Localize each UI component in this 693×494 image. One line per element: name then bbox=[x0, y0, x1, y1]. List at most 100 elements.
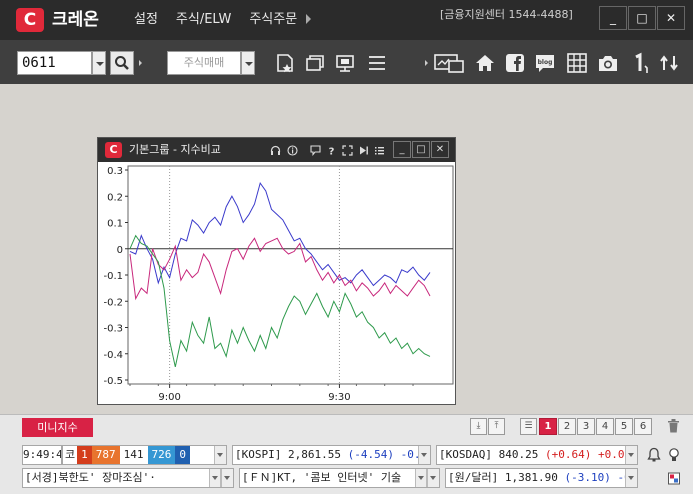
arrow-right-icon bbox=[139, 60, 142, 66]
list-menu-icon[interactable]: ☰ bbox=[520, 418, 537, 435]
support-center: [금융지원센터 1544-4488] bbox=[440, 8, 573, 21]
chart-close-button[interactable]: ✕ bbox=[431, 141, 449, 158]
chevron-down-icon[interactable] bbox=[214, 446, 226, 464]
home-icon[interactable] bbox=[474, 52, 496, 74]
y-tick-label: 0.1 bbox=[107, 219, 123, 230]
chart-minimize-button[interactable]: _ bbox=[393, 141, 411, 158]
info-icon[interactable] bbox=[287, 145, 298, 156]
index-compare-chart[interactable]: 0.3 0.2 0.1 0 -0.1 -0.2 -0.3 -0.4 -0.5 9:00 9:30 bbox=[98, 162, 455, 404]
windows-icon[interactable] bbox=[304, 52, 326, 74]
facebook-icon[interactable] bbox=[504, 52, 526, 74]
chevron-down-icon bbox=[96, 62, 104, 66]
bell-icon[interactable] bbox=[647, 447, 661, 463]
market-breadth[interactable]: 코 1 787 141 726 0 bbox=[62, 445, 227, 465]
news-ticker-1[interactable]: [서경]북한도' 장마조심'· bbox=[22, 468, 234, 488]
y-tick-label: -0.1 bbox=[103, 271, 123, 282]
chevron-down-icon[interactable] bbox=[415, 469, 427, 487]
page-4[interactable]: 4 bbox=[596, 418, 614, 435]
chevron-down-icon bbox=[245, 62, 253, 66]
chart-window-titlebar[interactable]: C 기본그룹 - 지수비교 ? _ □ ✕ bbox=[98, 138, 455, 162]
help-icon[interactable]: ? bbox=[326, 145, 337, 157]
y-tick-label: -0.3 bbox=[103, 324, 123, 335]
search-button[interactable] bbox=[110, 51, 134, 75]
mini-index-tab[interactable]: 미니지수 bbox=[22, 418, 93, 437]
screen-select[interactable]: 주식매매 bbox=[167, 51, 241, 75]
up-limit-count: 1 bbox=[77, 446, 92, 464]
page-1[interactable]: 1 bbox=[539, 418, 557, 435]
svg-text:?: ? bbox=[329, 147, 335, 157]
news-ticker-2[interactable]: [ＦＮ]KT, '콤보 인터넷' 기술 bbox=[239, 468, 440, 488]
search-icon bbox=[115, 56, 129, 70]
menu-icon[interactable] bbox=[366, 52, 388, 74]
y-tick-label: -0.5 bbox=[103, 376, 123, 387]
page-3[interactable]: 3 bbox=[577, 418, 595, 435]
main-menu: 설정 주식/ELW 주식주문 bbox=[134, 10, 315, 30]
page-2[interactable]: 2 bbox=[558, 418, 576, 435]
y-tick-label: 0 bbox=[117, 245, 123, 256]
monitor-icon[interactable] bbox=[334, 52, 356, 74]
kospi-quote[interactable]: [KOSPI] 2,861.55 (-4.54) -0.1 bbox=[232, 445, 431, 465]
arrow-right-icon bbox=[425, 60, 428, 66]
chevron-down-icon[interactable] bbox=[209, 469, 221, 487]
chart-maximize-button[interactable]: □ bbox=[412, 141, 430, 158]
market-time: 9:49:4 bbox=[22, 445, 62, 465]
play-icon[interactable] bbox=[358, 145, 369, 156]
market-label: 코 bbox=[65, 448, 76, 461]
move-down-icon[interactable]: ⤓ bbox=[470, 418, 487, 435]
chevron-down-icon[interactable] bbox=[221, 469, 233, 487]
y-tick-label: -0.2 bbox=[103, 297, 123, 308]
creon-logo: C bbox=[105, 142, 122, 158]
flat-count: 141 bbox=[123, 448, 144, 461]
chevron-down-icon[interactable] bbox=[418, 446, 430, 464]
chart-screen-icon[interactable] bbox=[433, 52, 465, 74]
minimize-button[interactable]: _ bbox=[599, 6, 627, 30]
chart-window-title: 기본그룹 - 지수비교 bbox=[129, 143, 221, 156]
move-up-icon[interactable]: ⤒ bbox=[488, 418, 505, 435]
toolbar: 0611 주식매매 blog bbox=[0, 40, 693, 84]
favorite-screen-icon[interactable] bbox=[274, 52, 296, 74]
blog-icon[interactable]: blog bbox=[534, 52, 556, 74]
up-count: 787 bbox=[91, 446, 120, 464]
headset-icon[interactable] bbox=[270, 145, 281, 156]
chat-icon[interactable] bbox=[310, 145, 321, 156]
menu-more-arrow-icon[interactable] bbox=[306, 14, 311, 24]
grid-icon[interactable] bbox=[566, 52, 588, 74]
menu-stock-order[interactable]: 주식주문 bbox=[249, 10, 297, 30]
camera-icon[interactable] bbox=[597, 52, 619, 74]
screen-dropdown[interactable] bbox=[241, 51, 255, 75]
creon-logo: C bbox=[16, 8, 44, 32]
close-button[interactable]: ✕ bbox=[657, 6, 685, 30]
page-6[interactable]: 6 bbox=[634, 418, 652, 435]
menu-stock-elw[interactable]: 주식/ELW bbox=[176, 10, 231, 30]
chevron-down-icon[interactable] bbox=[427, 469, 439, 487]
stock-code-input[interactable]: 0611 bbox=[17, 51, 92, 75]
down-count: 726 bbox=[147, 446, 176, 464]
fx-quote[interactable]: [원/달러] 1,381.90 (-3.10) -0.2 bbox=[445, 468, 638, 488]
app-name: 크레온 bbox=[52, 10, 99, 30]
expand-icon[interactable] bbox=[342, 145, 353, 156]
down-limit-count: 0 bbox=[175, 446, 190, 464]
color-settings-icon[interactable] bbox=[667, 471, 681, 487]
lightbulb-icon[interactable] bbox=[667, 447, 681, 463]
x-tick-label: 9:00 bbox=[158, 392, 180, 403]
maximize-button[interactable]: □ bbox=[628, 6, 656, 30]
menu-settings[interactable]: 설정 bbox=[134, 10, 158, 30]
title-bar: C 크레온 설정 주식/ELW 주식주문 [금융지원센터 1544-4488] … bbox=[0, 0, 693, 40]
one-time-icon[interactable] bbox=[630, 52, 652, 74]
y-tick-label: 0.2 bbox=[107, 192, 123, 203]
chevron-down-icon[interactable] bbox=[625, 446, 637, 464]
chevron-down-icon[interactable] bbox=[625, 469, 637, 487]
y-tick-label: -0.4 bbox=[103, 350, 123, 361]
x-tick-label: 9:30 bbox=[328, 392, 350, 403]
trash-icon[interactable] bbox=[668, 419, 679, 433]
page-5[interactable]: 5 bbox=[615, 418, 633, 435]
y-tick-label: 0.3 bbox=[107, 166, 123, 177]
swap-arrows-icon[interactable] bbox=[658, 52, 680, 74]
index-compare-window[interactable]: C 기본그룹 - 지수비교 ? _ □ ✕ 0.3 0.2 0.1 0 -0.1 -0.2… bbox=[97, 137, 456, 405]
kosdaq-quote[interactable]: [KOSDAQ] 840.25 (+0.64) +0.08% bbox=[436, 445, 638, 465]
plot-area bbox=[127, 165, 454, 385]
stock-code-dropdown[interactable] bbox=[92, 51, 106, 75]
list-icon[interactable] bbox=[374, 145, 385, 156]
mini-index-bar: 미니지수 ⤓ ⤒ ☰ 1 2 3 4 5 6 9:49:4 코 1 787 141 72… bbox=[0, 414, 693, 494]
svg-text:blog: blog bbox=[538, 59, 553, 66]
